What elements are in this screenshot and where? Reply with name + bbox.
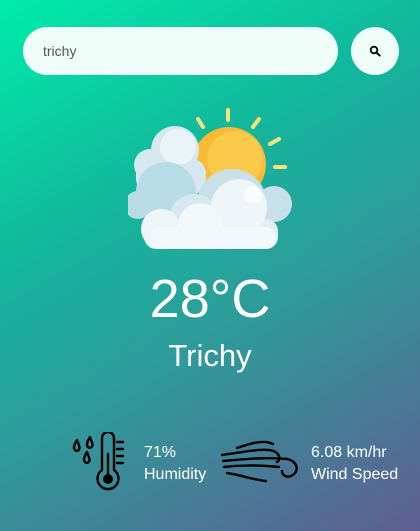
wind-speed-label: Wind Speed	[311, 466, 399, 483]
humidity-label: Humidity	[144, 466, 207, 483]
search-bar	[23, 27, 399, 75]
weather-app: 28°C Trichy 71% Humidity	[0, 0, 420, 531]
sun-behind-clouds-icon	[128, 108, 292, 249]
search-button[interactable]	[351, 27, 399, 75]
search-input[interactable]	[23, 27, 338, 75]
wind-icon	[220, 440, 298, 483]
humidity-info: 71% Humidity	[144, 442, 206, 486]
wind-info: 6.08 km/hr Wind Speed	[311, 442, 398, 486]
wind-speed-value: 6.08 km/hr	[311, 444, 387, 461]
search-icon	[369, 45, 381, 57]
city-name: Trichy	[168, 338, 252, 373]
weather-details: 71% Humidity 6.08 km/hr Wind Speed	[0, 432, 420, 496]
thermometer-droplets-icon	[72, 432, 125, 491]
temperature: 28°C	[149, 269, 271, 329]
humidity-value: 71%	[144, 444, 177, 461]
